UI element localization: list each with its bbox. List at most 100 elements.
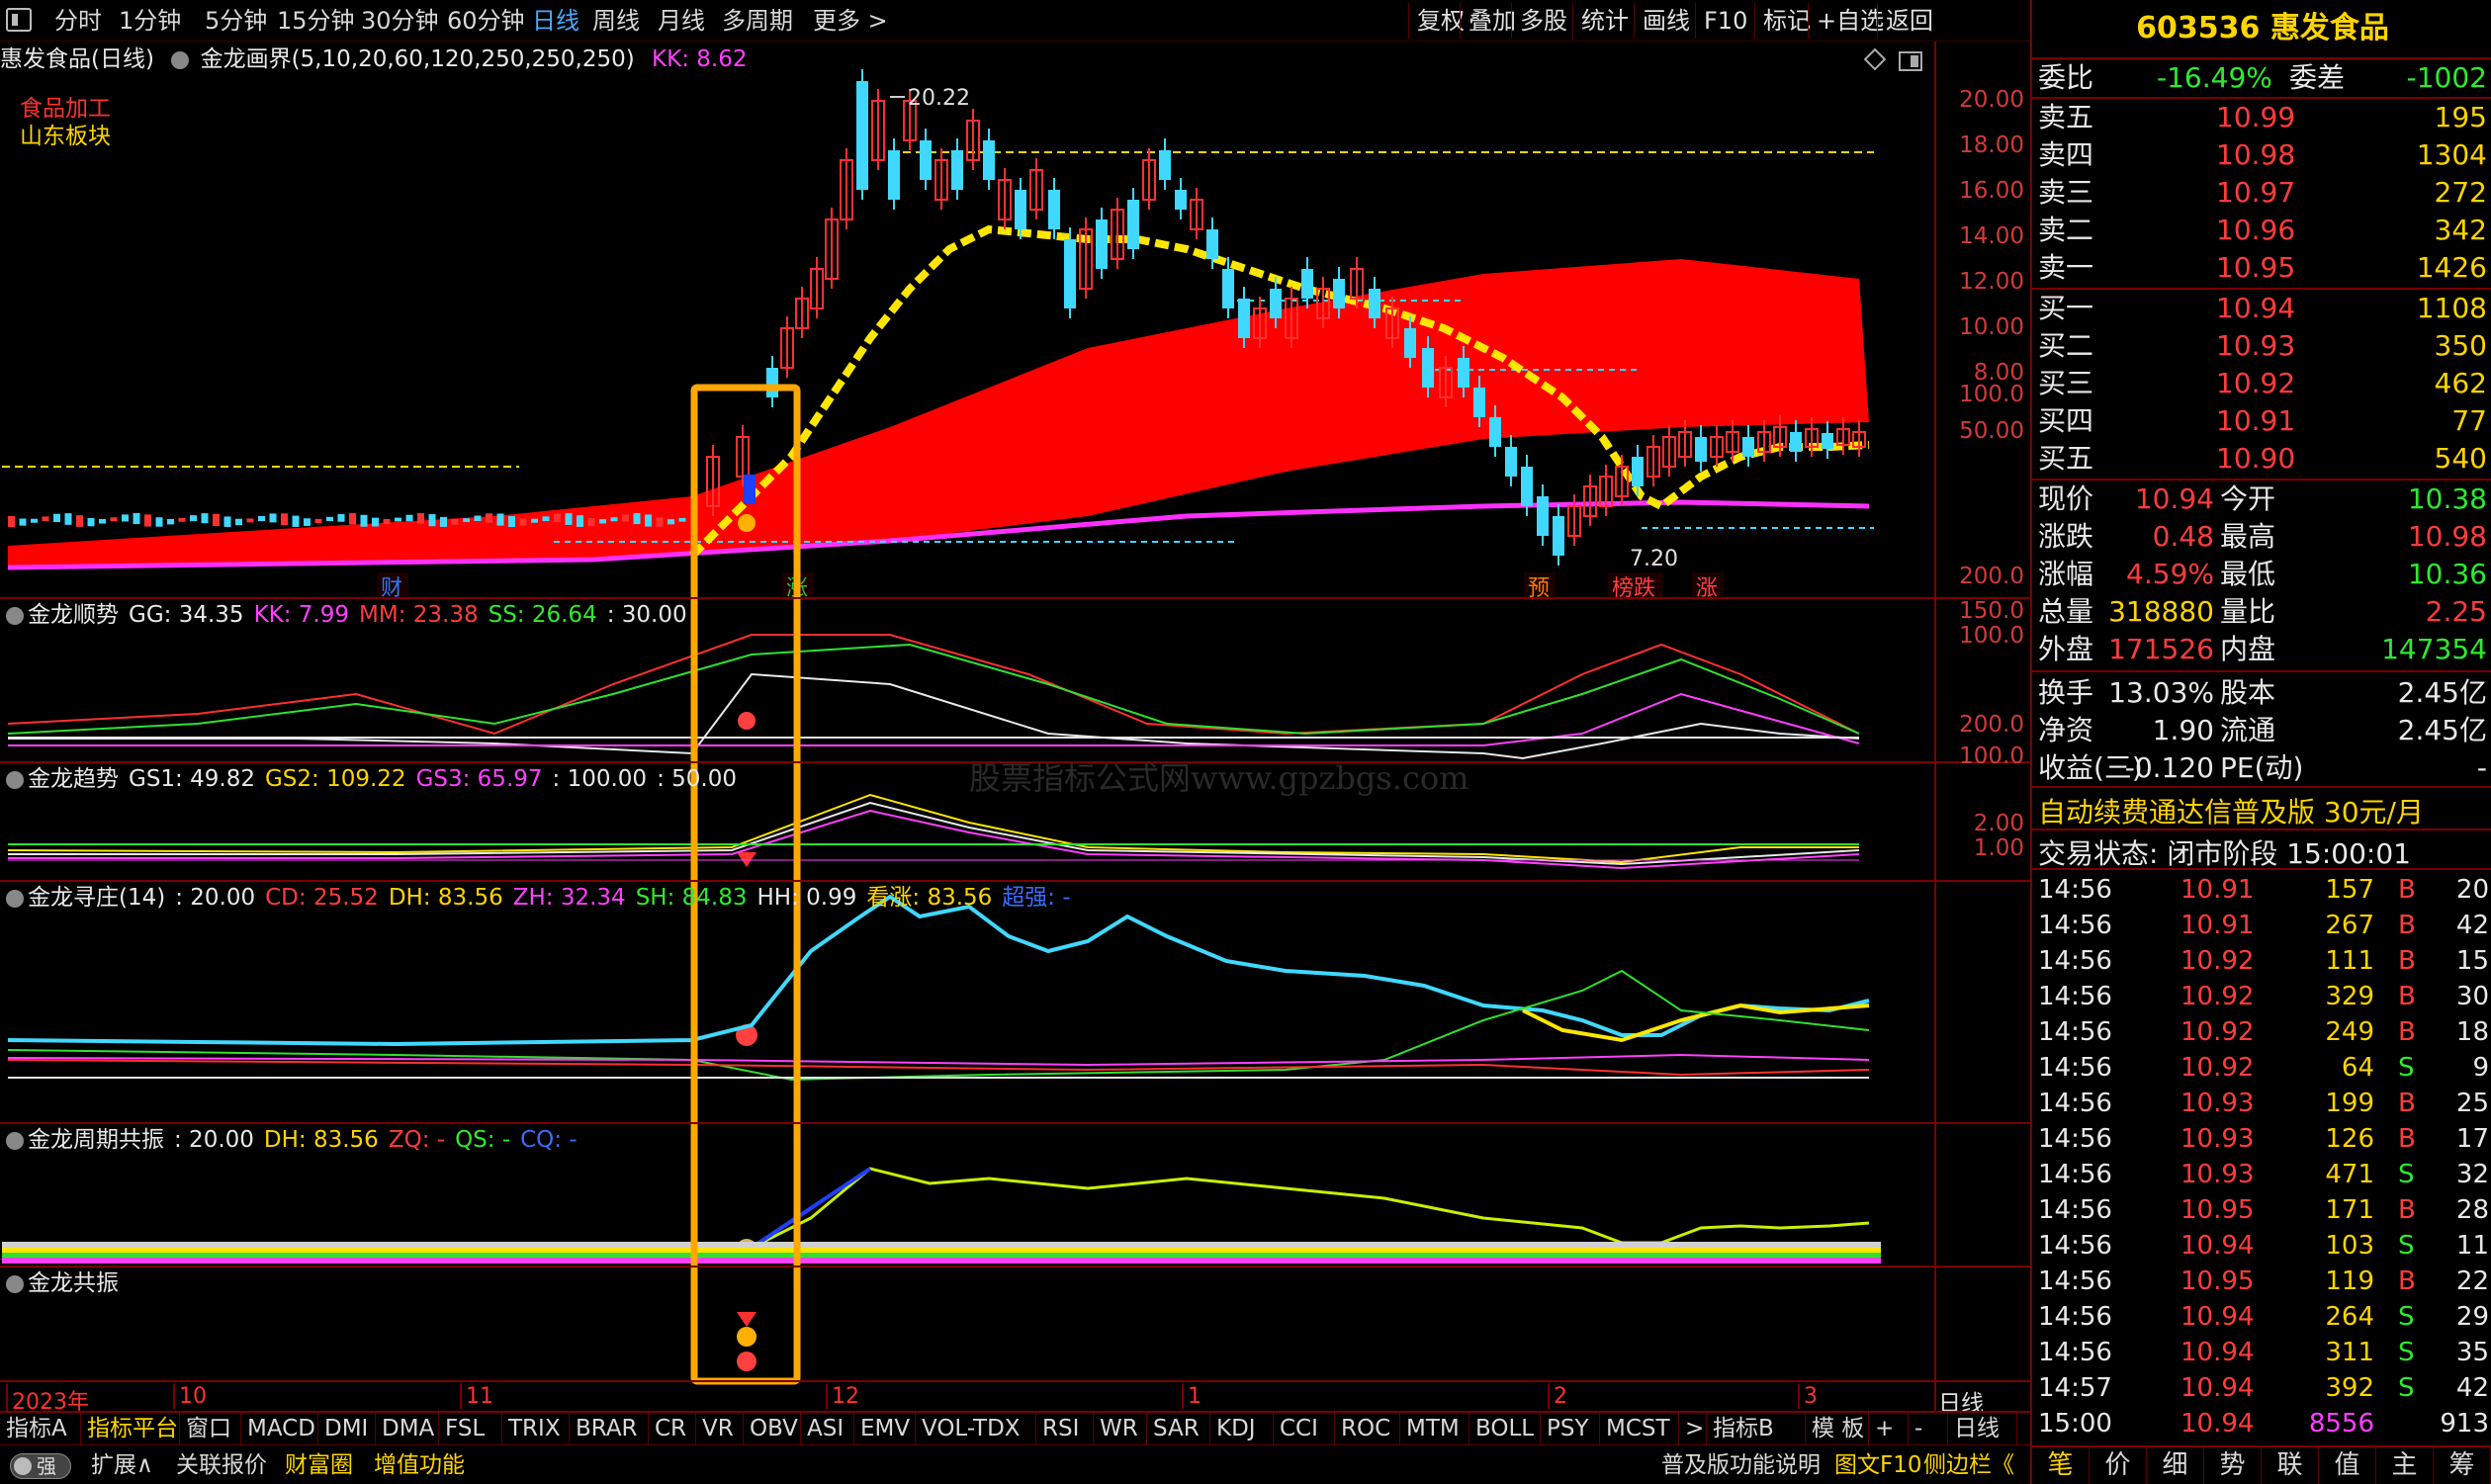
period-tab-5[interactable]: 60分钟 — [447, 4, 525, 38]
stat-value: 2.25 — [2425, 595, 2487, 628]
period-tab-8[interactable]: 月线 — [658, 4, 705, 38]
indicator-tab-7[interactable]: TRIX — [502, 1413, 570, 1444]
tool-button-8[interactable]: 返回 — [1877, 3, 1933, 39]
panel-gear-icon[interactable] — [6, 1274, 24, 1293]
indicator-tab-21[interactable]: MTM — [1400, 1413, 1469, 1444]
tool-button-2[interactable]: 多股 — [1511, 3, 1567, 39]
status-item-3[interactable]: 增值功能 — [374, 1449, 465, 1481]
period-tab-4[interactable]: 30分钟 — [361, 4, 439, 38]
indicator-tab-20[interactable]: ROC — [1335, 1413, 1400, 1444]
indicator-tab-24[interactable]: MCST — [1600, 1413, 1679, 1444]
indicator-tab-19[interactable]: CCI — [1274, 1413, 1335, 1444]
panel-gear-icon[interactable] — [6, 1131, 24, 1150]
indicator-tab-18[interactable]: KDJ — [1210, 1413, 1274, 1444]
tool-button-4[interactable]: 画线 — [1634, 3, 1690, 39]
indicator-tab-15[interactable]: RSI — [1036, 1413, 1094, 1444]
indicator-tab-3[interactable]: MACD — [241, 1413, 318, 1444]
status-item-1[interactable]: 关联报价 — [176, 1449, 267, 1481]
quote-nav-tab-3[interactable]: 势 — [2204, 1447, 2262, 1484]
chart-canvas[interactable]: 20.22 7.20 财涨预榜跌涨 — [0, 42, 1934, 1411]
indicator-tab-12[interactable]: ASI — [801, 1413, 854, 1444]
indicator-tab-8[interactable]: BRAR — [570, 1413, 649, 1444]
tool-button-6[interactable]: 标记 — [1754, 3, 1811, 39]
tool-button-3[interactable]: 统计 — [1572, 3, 1629, 39]
bid-volume: 462 — [2434, 367, 2487, 399]
indicator-tab-13[interactable]: EMV — [854, 1413, 916, 1444]
indicator-tab-14[interactable]: VOL-TDX — [916, 1413, 1036, 1444]
quote-nav-tab-6[interactable]: 主 — [2376, 1447, 2434, 1484]
tick-count: 17 — [2455, 1124, 2489, 1154]
period-tab-1[interactable]: 1分钟 — [119, 4, 181, 38]
indicator-tab-5[interactable]: DMA — [376, 1413, 439, 1444]
period-tab-7[interactable]: 周线 — [592, 4, 640, 38]
indicator-tab-10[interactable]: VR — [696, 1413, 744, 1444]
period-tab-6[interactable]: 日线 — [532, 4, 579, 38]
tick-side: S — [2398, 1338, 2415, 1367]
stat-value: 171526 — [2108, 633, 2214, 665]
indicator-tab-27[interactable]: 模 板 — [1806, 1413, 1869, 1444]
indicator-tab-1[interactable]: 指标平台 — [81, 1413, 180, 1444]
quote-nav-tab-4[interactable]: 联 — [2262, 1447, 2319, 1484]
status-item-2[interactable]: 财富圈 — [285, 1449, 353, 1481]
indicator-tab-4[interactable]: DMI — [318, 1413, 376, 1444]
tick-volume: 264 — [2325, 1302, 2374, 1332]
period-tab-3[interactable]: 15分钟 — [277, 4, 355, 38]
panel-value: HH: 0.99 — [756, 885, 857, 911]
indicator-tab-11[interactable]: OBV — [744, 1413, 801, 1444]
indicator-tab-30[interactable]: 日线 — [1948, 1413, 2017, 1444]
indicator-tab-26[interactable]: 指标B — [1707, 1413, 1806, 1444]
indicator-tab-17[interactable]: SAR — [1147, 1413, 1210, 1444]
ask-row[interactable]: 卖四 10.98 1304 — [2032, 136, 2491, 174]
indicator-tab-0[interactable]: 指标A — [0, 1413, 81, 1444]
indicator-tab-28[interactable]: + — [1869, 1413, 1909, 1444]
menu-icon[interactable] — [6, 8, 32, 32]
period-tab-2[interactable]: 5分钟 — [205, 4, 267, 38]
tick-count: 18 — [2455, 1017, 2489, 1047]
bid-label: 买五 — [2038, 442, 2094, 475]
period-tab-10[interactable]: 更多 > — [813, 4, 888, 38]
ask-row[interactable]: 卖二 10.96 342 — [2032, 212, 2491, 249]
panel-gear-icon[interactable] — [6, 606, 24, 625]
tool-button-7[interactable]: +自选 — [1808, 3, 1884, 39]
promo-banner[interactable]: 自动续费通达信普及版 30元/月 — [2038, 791, 2424, 830]
tick-row: 14:56 10.93 199 B 25 — [2032, 1086, 2491, 1121]
tool-button-1[interactable]: 叠加 — [1460, 3, 1516, 39]
tick-time: 14:57 — [2038, 1373, 2112, 1403]
tick-row: 14:56 10.91 157 B 20 — [2032, 872, 2491, 908]
indicator-tab-6[interactable]: FSL — [439, 1413, 502, 1444]
indicator-tab-22[interactable]: BOLL — [1469, 1413, 1541, 1444]
panel-gear-icon[interactable] — [6, 889, 24, 908]
quote-nav-tab-5[interactable]: 值 — [2319, 1447, 2376, 1484]
bid-row[interactable]: 买四 10.91 77 — [2032, 402, 2491, 440]
panel-gear-icon[interactable] — [6, 770, 24, 789]
quote-nav-tab-1[interactable]: 价 — [2090, 1447, 2147, 1484]
ask-row[interactable]: 卖三 10.97 272 — [2032, 174, 2491, 212]
status-item-0[interactable]: 扩展∧ — [91, 1449, 153, 1481]
tick-price: 10.95 — [2180, 1195, 2255, 1225]
indicator-tab-29[interactable]: - — [1909, 1413, 1948, 1444]
indicator-tab-23[interactable]: PSY — [1541, 1413, 1600, 1444]
tick-row: 14:56 10.92 111 B 15 — [2032, 943, 2491, 979]
period-tab-0[interactable]: 分时 — [54, 4, 102, 38]
strength-toggle[interactable]: 强 — [10, 1453, 71, 1479]
quote-nav-tab-7[interactable]: 筹 — [2434, 1447, 2491, 1484]
bid-row[interactable]: 买五 10.90 540 — [2032, 440, 2491, 478]
status-right-2[interactable]: 侧边栏《 — [1923, 1449, 2014, 1481]
indicator-tab-25[interactable]: > — [1679, 1413, 1707, 1444]
indicator-tab-9[interactable]: CR — [649, 1413, 696, 1444]
indicator-tab-16[interactable]: WR — [1094, 1413, 1147, 1444]
status-right-1[interactable]: 图文F10 — [1834, 1449, 1922, 1481]
quote-nav-tab-2[interactable]: 细 — [2147, 1447, 2204, 1484]
bid-row[interactable]: 买一 10.94 1108 — [2032, 290, 2491, 327]
stat-row: 总量 318880 量比 2.25 — [2032, 593, 2491, 631]
status-right-0[interactable]: 普及版功能说明 — [1661, 1449, 1821, 1481]
quote-nav-tab-0[interactable]: 笔 — [2032, 1447, 2090, 1484]
bid-row[interactable]: 买二 10.93 350 — [2032, 327, 2491, 365]
period-tab-9[interactable]: 多周期 — [722, 4, 793, 38]
bid-row[interactable]: 买三 10.92 462 — [2032, 365, 2491, 402]
tool-button-0[interactable]: 复权 — [1408, 3, 1465, 39]
indicator-tab-2[interactable]: 窗口 — [180, 1413, 241, 1444]
ask-row[interactable]: 卖五 10.99 195 — [2032, 99, 2491, 136]
ask-row[interactable]: 卖一 10.95 1426 — [2032, 249, 2491, 287]
tool-button-5[interactable]: F10 — [1695, 3, 1747, 39]
